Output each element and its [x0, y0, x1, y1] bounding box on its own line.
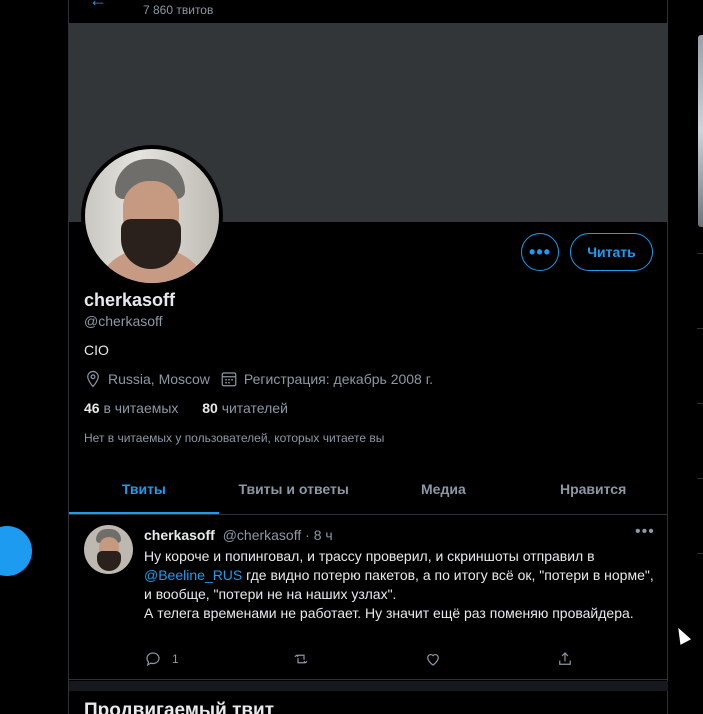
tweet-author-handle[interactable]: @cherkasoff [223, 527, 302, 543]
tweet-avatar[interactable] [84, 525, 133, 574]
promoted-tweet-heading: Продвигаемый твит [84, 700, 275, 714]
followers-link[interactable]: 80 читателей [202, 400, 288, 416]
reply-count: 1 [172, 652, 179, 666]
profile-avatar[interactable] [81, 145, 223, 287]
share-button[interactable] [556, 650, 574, 668]
more-options-button[interactable]: ••• [521, 233, 559, 271]
tweet-text: Ну короче и попинговал, и трассу провери… [144, 547, 654, 623]
tab-tweets[interactable]: Твиты [69, 463, 219, 514]
tweet-actions: 1 [144, 650, 574, 668]
followers-count: 80 [202, 400, 218, 416]
tweet-item[interactable]: cherkasoff @cherkasoff · 8 ч ••• Ну коро… [69, 515, 668, 680]
following-count: 46 [84, 400, 100, 416]
profile-meta: Russia, Moscow Регистрация: декабрь 2008… [84, 370, 443, 388]
followers-you-know-notice: Нет в читаемых у пользователей, которых … [84, 431, 385, 445]
sidebar-divider [697, 328, 703, 329]
heart-icon [427, 654, 440, 666]
sidebar-divider [697, 253, 703, 254]
tweet-text-part: Ну короче и попинговал, и трассу провери… [144, 548, 595, 564]
sidebar-media-thumbnail[interactable] [698, 35, 703, 227]
tweet-header: cherkasoff @cherkasoff · 8 ч [144, 527, 333, 543]
profile-joined: Регистрация: декабрь 2008 г. [243, 371, 434, 387]
mouse-cursor [672, 625, 692, 645]
sidebar-divider [697, 478, 703, 479]
retweet-icon [295, 654, 308, 664]
follow-counts: 46 в читаемых 80 читателей [84, 400, 288, 416]
following-label: в читаемых [103, 400, 179, 416]
follow-button[interactable]: Читать [570, 233, 653, 271]
profile-tabs: Твиты Твиты и ответы Медиа Нравится [69, 463, 668, 515]
tab-likes[interactable]: Нравится [518, 463, 668, 514]
like-button[interactable] [424, 650, 442, 668]
location-icon [87, 370, 99, 388]
reply-icon [146, 652, 160, 667]
retweet-button[interactable] [292, 650, 310, 668]
followers-label: читателей [221, 400, 288, 416]
tab-media[interactable]: Медиа [369, 463, 519, 514]
reply-button[interactable]: 1 [144, 650, 179, 668]
back-arrow-icon[interactable]: ← [89, 0, 109, 10]
tweet-time[interactable]: · 8 ч [305, 527, 333, 543]
tweet-compose-button[interactable] [0, 526, 32, 576]
profile-handle: @cherkasoff [84, 313, 163, 329]
share-icon [559, 652, 571, 665]
tweet-more-icon[interactable]: ••• [635, 523, 655, 541]
tweet-author-name[interactable]: cherkasoff [144, 527, 215, 543]
section-divider [69, 681, 668, 691]
following-link[interactable]: 46 в читаемых [84, 400, 178, 416]
tweet-text-part: А телега временами не работает. Ну значи… [144, 605, 634, 621]
sidebar-divider [697, 403, 703, 404]
calendar-icon [221, 372, 237, 387]
profile-column: ← 7 860 твитов ••• Читать cherkasoff @ch… [68, 0, 668, 714]
sidebar-divider [697, 553, 703, 554]
tweet-mention-link[interactable]: @Beeline_RUS [144, 567, 242, 583]
profile-bio: CIO [84, 342, 109, 358]
profile-location: Russia, Moscow [108, 371, 210, 387]
profile-name: cherkasoff [84, 290, 176, 310]
tab-tweets-and-replies[interactable]: Твиты и ответы [219, 463, 369, 514]
profile-header-bar: ← 7 860 твитов [69, 0, 669, 22]
tweet-count: 7 860 твитов [143, 3, 214, 17]
